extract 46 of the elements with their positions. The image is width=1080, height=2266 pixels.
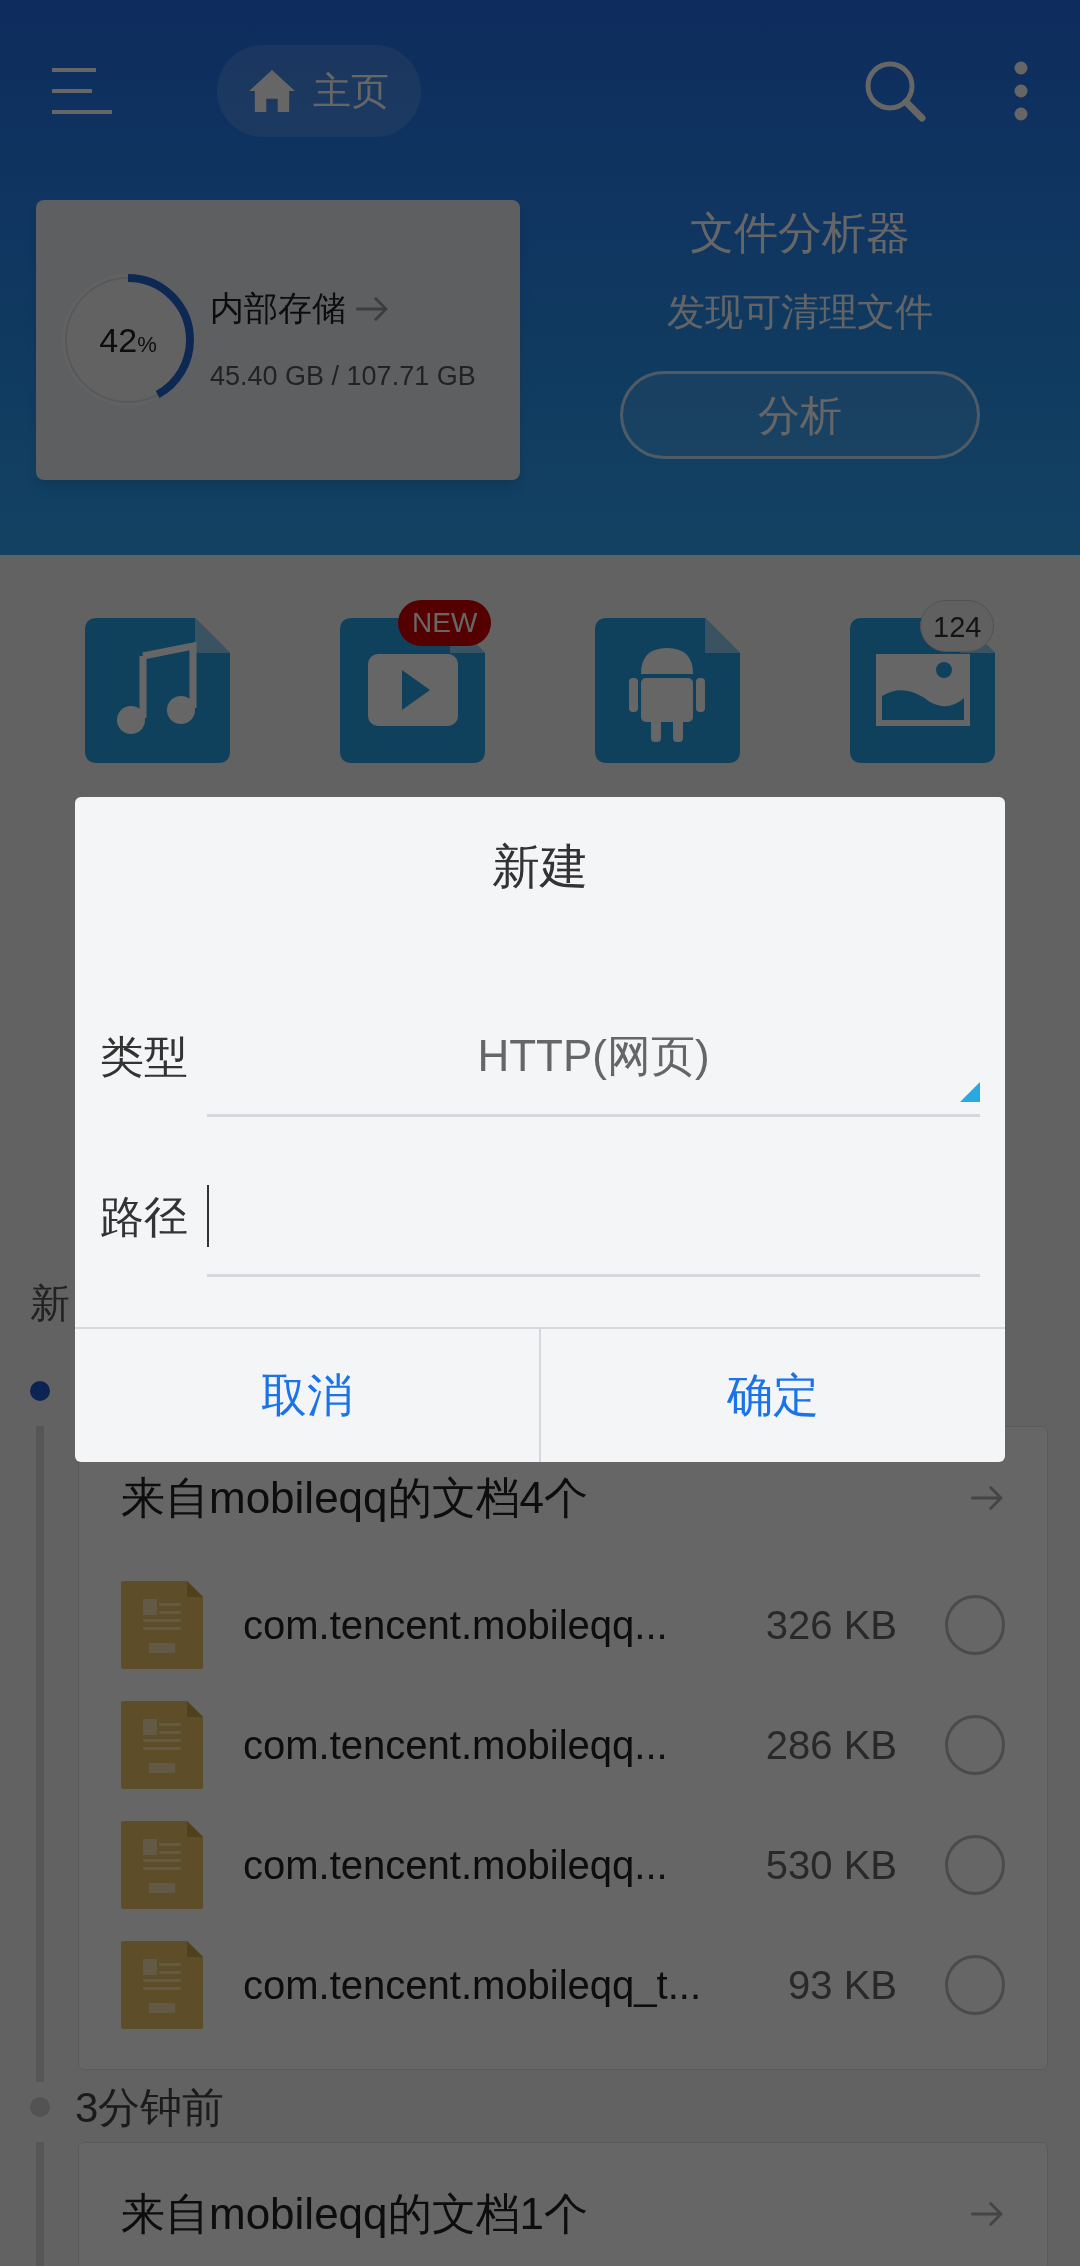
text-file-icon: [121, 1821, 203, 1909]
file-name[interactable]: com.tencent.mobileqq...: [243, 1595, 668, 1655]
file-size: 286 KB: [765, 1722, 897, 1769]
menu-icon[interactable]: [52, 66, 112, 116]
file-group-card[interactable]: 来自mobileqq的文档4个 com.tencent.mobileqq... 326 KB com.tencent.mobileqq... 286 KB com.tencent.mobileqq... 530 KB com.tencent.mobileqq_t... 93 KB: [78, 1426, 1048, 2070]
storage-name: 内部存储: [210, 288, 346, 330]
confirm-button[interactable]: 确定: [539, 1329, 1005, 1462]
home-icon: [249, 70, 295, 112]
file-name[interactable]: com.tencent.mobileqq...: [243, 1715, 668, 1775]
section-heading: 新: [30, 1280, 71, 1327]
type-dropdown[interactable]: HTTP(网页): [207, 997, 980, 1117]
field-label: 类型: [100, 1031, 189, 1083]
arrow-icon: [971, 2201, 1005, 2227]
more-icon[interactable]: [1014, 61, 1028, 121]
dialog-title: 新建: [492, 839, 588, 895]
file-name[interactable]: com.tencent.mobileqq...: [243, 1835, 668, 1895]
arrow-icon: [356, 295, 390, 322]
dropdown-corner-icon: [960, 1082, 980, 1102]
file-size: 326 KB: [765, 1602, 897, 1649]
storage-percent: 42%: [99, 319, 157, 361]
storage-usage: 45.40 GB / 107.71 GB: [210, 360, 476, 394]
select-checkbox[interactable]: [945, 1715, 1005, 1775]
group-title: 来自mobileqq的文档4个: [121, 1472, 589, 1524]
analyzer-subtitle: 发现可清理文件: [667, 290, 933, 335]
text-file-icon: [121, 1701, 203, 1789]
image-file-icon[interactable]: [850, 618, 995, 763]
text-file-icon: [121, 1581, 203, 1669]
file-size: 93 KB: [788, 1962, 897, 2009]
music-file-icon[interactable]: [85, 618, 230, 763]
group-title: 来自mobileqq的文档1个: [121, 2188, 589, 2240]
storage-card[interactable]: 42% 内部存储 45.40 GB / 107.71 GB: [36, 200, 520, 480]
file-size: 530 KB: [765, 1842, 897, 1889]
analyzer-title: 文件分析器: [690, 207, 910, 259]
select-checkbox[interactable]: [945, 1955, 1005, 2015]
new-badge: NEW: [398, 600, 492, 646]
arrow-icon: [971, 1485, 1005, 1511]
file-group-card[interactable]: 来自mobileqq的文档1个: [78, 2142, 1048, 2266]
android-file-icon[interactable]: [595, 618, 740, 763]
count-badge: 124: [920, 600, 995, 652]
search-icon[interactable]: [864, 60, 926, 122]
timeline-time: 3分钟前: [75, 2082, 225, 2133]
field-label: 路径: [100, 1191, 189, 1243]
select-checkbox[interactable]: [945, 1835, 1005, 1895]
text-file-icon: [121, 1941, 203, 2029]
file-name[interactable]: com.tencent.mobileqq_t...: [243, 1955, 702, 2015]
select-checkbox[interactable]: [945, 1595, 1005, 1655]
